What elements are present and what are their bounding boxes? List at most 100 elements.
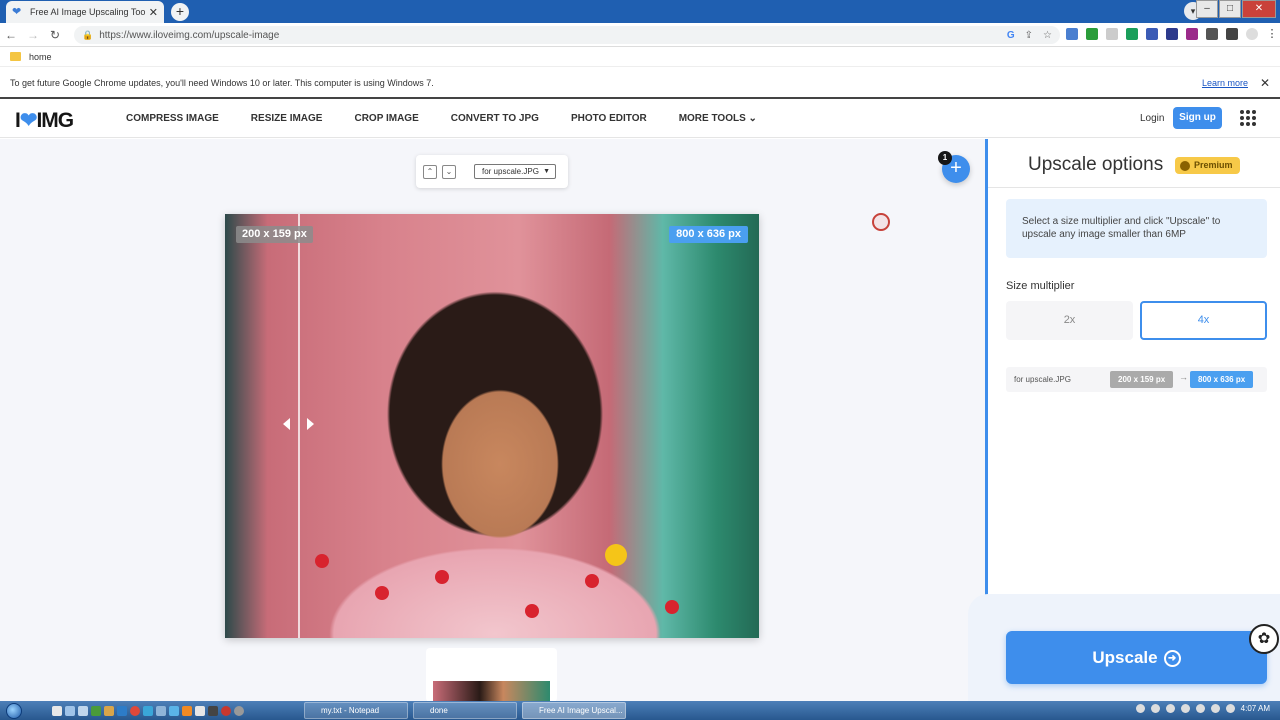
- file-select[interactable]: for upscale.JPG ▼: [474, 164, 556, 179]
- taskbar-icon[interactable]: [182, 705, 192, 716]
- minimize-button[interactable]: –: [1196, 0, 1218, 18]
- move-up-icon[interactable]: ⌃: [423, 165, 437, 179]
- chrome-icon[interactable]: [130, 705, 140, 716]
- extension-icon[interactable]: [1166, 28, 1178, 40]
- tray-icon[interactable]: [1180, 704, 1190, 713]
- google-icon[interactable]: G: [1007, 30, 1015, 41]
- panel-divider: [988, 187, 1280, 188]
- infobar-close-icon[interactable]: ✕: [1260, 76, 1270, 90]
- share-icon[interactable]: ⇪: [1025, 30, 1033, 41]
- dress-flower-pattern: [585, 574, 599, 588]
- ai-assistant-icon[interactable]: ✿: [1249, 624, 1279, 654]
- extension-icon[interactable]: [1186, 28, 1198, 40]
- menu-photo-editor[interactable]: PHOTO EDITOR: [571, 113, 647, 124]
- address-bar[interactable]: 🔒 https://www.iloveimg.com/upscale-image…: [74, 26, 1060, 44]
- site-header: I❤IMG COMPRESS IMAGE RESIZE IMAGE CROP I…: [0, 100, 1280, 138]
- premium-crown-icon: [1180, 160, 1190, 171]
- new-tab-button[interactable]: +: [171, 3, 189, 21]
- apps-grid-icon[interactable]: [1240, 110, 1256, 126]
- clock[interactable]: 4:07 AM: [1241, 704, 1270, 713]
- upscale-label: Upscale: [1092, 648, 1158, 667]
- task-notepad[interactable]: my.txt - Notepad: [304, 702, 408, 719]
- dress-flower-pattern: [525, 604, 539, 618]
- image-toolbar: ⌃ ⌄ for upscale.JPG ▼: [416, 155, 568, 188]
- thumbnail-image: [433, 681, 550, 702]
- mouse-cursor-highlight: [872, 213, 890, 231]
- extension-icon[interactable]: [1066, 28, 1078, 40]
- extension-icon[interactable]: [1106, 28, 1118, 40]
- upscale-button[interactable]: Upscale ➜: [1006, 631, 1267, 684]
- menu-crop-image[interactable]: CROP IMAGE: [354, 113, 418, 124]
- taskbar-icon[interactable]: [78, 705, 88, 716]
- compare-handle-right-icon[interactable]: [307, 418, 314, 430]
- compare-handle-left-icon[interactable]: [283, 418, 290, 430]
- extension-icon[interactable]: [1146, 28, 1158, 40]
- reload-icon[interactable]: ↻: [44, 28, 66, 42]
- windows-orb-icon: [6, 702, 22, 719]
- compare-divider[interactable]: [298, 214, 300, 638]
- taskbar-icon[interactable]: [143, 705, 153, 716]
- browser-tab[interactable]: ❤ Free AI Image Upscaling Tool - I ✕: [6, 1, 164, 23]
- from-dimensions: 200 x 159 px: [1110, 371, 1174, 388]
- learn-more-link[interactable]: Learn more: [1202, 78, 1248, 88]
- taskbar-icon[interactable]: [195, 705, 205, 716]
- download-icon[interactable]: [1086, 28, 1098, 40]
- close-window-button[interactable]: ✕: [1242, 0, 1276, 18]
- taskbar-icon[interactable]: [117, 705, 127, 716]
- tray-icon[interactable]: [1165, 704, 1175, 713]
- tray-icon[interactable]: [1135, 704, 1145, 713]
- signup-button[interactable]: Sign up: [1173, 107, 1222, 129]
- tray-icon[interactable]: [1150, 704, 1160, 713]
- network-icon[interactable]: [1210, 704, 1220, 713]
- option-2x-button[interactable]: 2x: [1006, 301, 1133, 340]
- tab-title: Free AI Image Upscaling Tool - I: [30, 7, 145, 17]
- taskbar-icon[interactable]: [104, 705, 114, 716]
- dress-flower-pattern: [315, 554, 329, 568]
- login-link[interactable]: Login: [1140, 113, 1164, 124]
- task-chrome[interactable]: Free AI Image Upscal...: [522, 702, 626, 719]
- kebab-menu-icon[interactable]: ⋮: [1266, 28, 1278, 40]
- start-button[interactable]: [0, 701, 28, 720]
- more-tools-label: MORE TOOLS: [678, 113, 746, 124]
- favicon-heart-icon: ❤: [12, 6, 22, 18]
- taskbar-icon[interactable]: [65, 705, 75, 716]
- volume-icon[interactable]: [1225, 704, 1235, 713]
- arrow-circle-right-icon: ➜: [1163, 650, 1181, 668]
- task-done-folder[interactable]: done: [413, 702, 517, 719]
- bookmark-star-icon[interactable]: ☆: [1043, 30, 1052, 41]
- option-4x-button[interactable]: 4x: [1140, 301, 1267, 340]
- menu-convert-to-jpg[interactable]: CONVERT TO JPG: [451, 113, 539, 124]
- profile-icon[interactable]: [1246, 28, 1258, 40]
- menu-more-tools[interactable]: MORE TOOLS ⌄: [679, 113, 757, 124]
- menu-resize-image[interactable]: RESIZE IMAGE: [251, 113, 323, 124]
- folder-icon: [10, 52, 21, 61]
- ilovimg-logo[interactable]: I❤IMG: [15, 108, 74, 133]
- taskbar-icon[interactable]: [234, 705, 244, 716]
- taskbar-icon[interactable]: [169, 705, 179, 716]
- menu-compress-image[interactable]: COMPRESS IMAGE: [126, 113, 219, 124]
- move-down-icon[interactable]: ⌄: [442, 165, 456, 179]
- forward-icon[interactable]: →: [22, 28, 44, 42]
- sidepanel-icon[interactable]: [1226, 28, 1238, 40]
- taskbar-icon[interactable]: [91, 705, 101, 716]
- panel-title: Upscale options: [1028, 154, 1164, 175]
- taskbar-icon[interactable]: [221, 705, 231, 716]
- bookmarks-bar: home: [0, 47, 1280, 67]
- puzzle-icon[interactable]: [1206, 28, 1218, 40]
- tab-close-icon[interactable]: ✕: [149, 6, 158, 19]
- original-dimensions-label: 200 x 159 px: [236, 226, 313, 243]
- maximize-button[interactable]: □: [1219, 0, 1241, 18]
- chevron-down-icon: ⌄: [748, 113, 757, 124]
- taskbar-icon[interactable]: [52, 705, 62, 716]
- bookmark-home[interactable]: home: [29, 52, 52, 62]
- file-select-value: for upscale.JPG: [482, 167, 539, 176]
- taskbar-icon[interactable]: [208, 705, 218, 716]
- bluetooth-icon[interactable]: [1195, 704, 1205, 713]
- extension-icon[interactable]: [1126, 28, 1138, 40]
- thumbnail-card[interactable]: [426, 648, 557, 702]
- dress-flower-pattern: [435, 570, 449, 584]
- back-icon[interactable]: ←: [0, 28, 22, 42]
- image-preview[interactable]: 200 x 159 px 800 x 636 px: [225, 214, 759, 638]
- taskbar-icon[interactable]: [156, 705, 166, 716]
- premium-label: Premium: [1194, 160, 1233, 170]
